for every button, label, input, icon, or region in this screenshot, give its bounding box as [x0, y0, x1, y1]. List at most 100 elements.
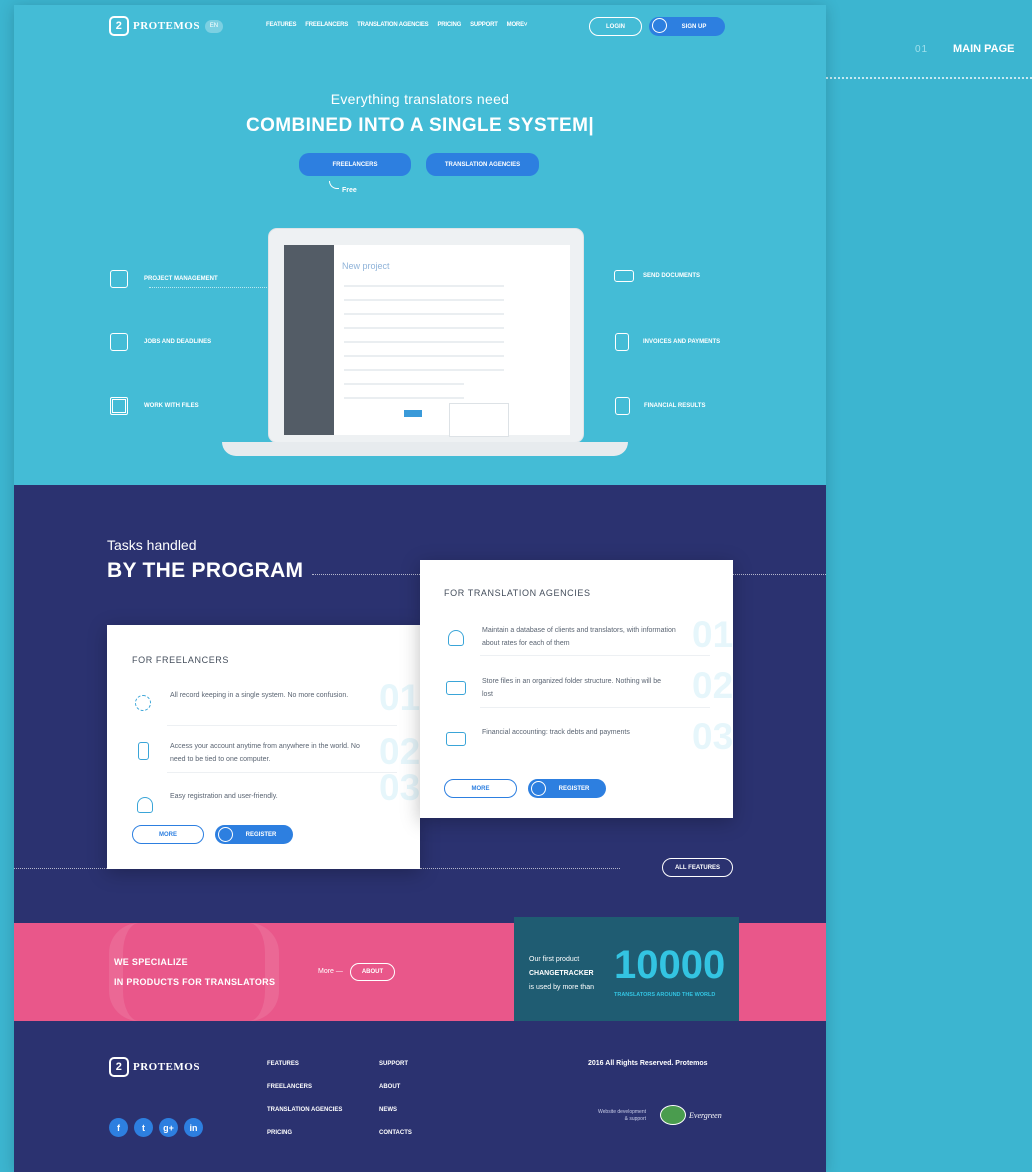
stat-product-name: CHANGETRACKER	[529, 970, 594, 977]
footer-link-translation-agencies[interactable]: TRANSLATION AGENCIES	[267, 1099, 342, 1122]
feature-send-documents: SEND DOCUMENTS	[614, 270, 700, 282]
feature-label: PROJECT MANAGEMENT	[144, 276, 218, 282]
signup-button[interactable]: SIGN UP	[649, 17, 725, 36]
feature-label: JOBS AND DEADLINES	[144, 339, 212, 345]
footer-link-contacts[interactable]: CONTACTS	[379, 1122, 412, 1145]
card-heading: FOR TRANSLATION AGENCIES	[444, 588, 591, 598]
page-preview: 2 PROTEMOS EN FEATURES FREELANCERS TRANS…	[14, 5, 826, 1172]
document-icon	[615, 333, 629, 351]
stat-caption: TRANSLATORS AROUND THE WORLD	[614, 992, 716, 998]
footer-link-freelancers[interactable]: FREELANCERS	[267, 1076, 342, 1099]
section-divider	[826, 77, 1032, 79]
feature-label: WORK WITH FILES	[144, 403, 199, 409]
feature-label: SEND DOCUMENTS	[643, 273, 701, 279]
item-number: 03	[379, 767, 421, 808]
footer	[14, 1021, 826, 1172]
translation-agencies-button[interactable]: TRANSLATION AGENCIES	[426, 153, 539, 176]
evergreen-brand[interactable]: Evergreen	[689, 1111, 722, 1120]
signup-label: SIGN UP	[681, 23, 707, 30]
presentation-icon	[615, 397, 630, 415]
footer-link-about[interactable]: ABOUT	[379, 1076, 412, 1099]
nav-freelancers[interactable]: FREELANCERS	[305, 22, 348, 28]
app-title: New project	[342, 261, 390, 271]
google-plus-icon[interactable]: g+	[159, 1118, 178, 1137]
social-links: f t g+ in	[109, 1118, 203, 1137]
hero-title: COMBINED INTO A SINGLE SYSTEM|	[245, 115, 595, 136]
feature-label: FINANCIAL RESULTS	[644, 403, 706, 409]
register-button[interactable]: REGISTER	[215, 825, 293, 844]
nav-features[interactable]: FEATURES	[266, 22, 296, 28]
item-text: Store files in an organized folder struc…	[482, 678, 661, 698]
stat-line1: Our first product	[529, 956, 580, 963]
card-heading: FOR FREELANCERS	[132, 655, 230, 665]
user-outline-icon	[448, 630, 464, 646]
feature-label: INVOICES AND PAYMENTS	[643, 339, 721, 345]
app-calendar	[449, 403, 509, 437]
item-text: All record keeping in a single system. N…	[170, 692, 349, 699]
more-label: More —	[318, 968, 343, 975]
footer-link-news[interactable]: NEWS	[379, 1099, 412, 1122]
more-button[interactable]: MORE	[132, 825, 204, 844]
app-save-button	[404, 410, 422, 417]
login-button[interactable]: LOGIN	[589, 17, 642, 36]
specialize-text: WE SPECIALIZE IN PRODUCTS FOR TRANSLATOR…	[114, 952, 275, 992]
item-text: Access your account anytime from anywher…	[170, 743, 360, 763]
footer-link-features[interactable]: FEATURES	[267, 1053, 342, 1076]
facebook-icon[interactable]: f	[109, 1118, 128, 1137]
clipboard-icon	[110, 270, 128, 288]
about-button[interactable]: ABOUT	[350, 963, 395, 981]
monitor-icon	[110, 333, 128, 351]
feature-work-with-files: WORK WITH FILES	[110, 397, 199, 415]
app-screenshot: New project	[284, 245, 570, 437]
more-button[interactable]: MORE	[444, 779, 517, 798]
footer-logo[interactable]: 2 PROTEMOS	[109, 1057, 200, 1077]
evergreen-logo-icon	[660, 1105, 686, 1125]
user-icon	[652, 18, 667, 33]
bottom-divider-mid	[420, 868, 620, 869]
freelancers-button[interactable]: FREELANCERS	[299, 153, 411, 176]
feature-financial-results: FINANCIAL RESULTS	[615, 397, 705, 415]
nav-more[interactable]: MORE˅	[507, 22, 528, 28]
logo[interactable]: 2 PROTEMOS	[109, 16, 200, 36]
section-title: MAIN PAGE	[953, 43, 1015, 55]
dev-line1: Website development	[598, 1109, 646, 1115]
tasks-subtitle: Tasks handled	[107, 537, 197, 553]
item-text: Maintain a database of clients and trans…	[482, 627, 676, 647]
feature-project-management: PROJECT MANAGEMENT	[110, 270, 218, 288]
bottom-divider-left	[14, 868, 107, 869]
footer-link-support[interactable]: SUPPORT	[379, 1053, 412, 1076]
dev-line2: & support	[624, 1116, 646, 1122]
stat-description: Our first product CHANGETRACKER is used …	[529, 953, 594, 995]
linkedin-icon[interactable]: in	[184, 1118, 203, 1137]
laptop-base	[222, 442, 628, 456]
nav-translation-agencies[interactable]: TRANSLATION AGENCIES	[357, 22, 429, 28]
tasks-divider-right	[732, 574, 826, 575]
section-number: 01	[915, 44, 929, 55]
footer-col-2: SUPPORT ABOUT NEWS CONTACTS	[379, 1053, 412, 1145]
envelope-icon	[614, 270, 634, 282]
logo-icon: 2	[109, 16, 129, 36]
nav-support[interactable]: SUPPORT	[470, 22, 498, 28]
logo-icon: 2	[109, 1057, 129, 1077]
footer-link-pricing[interactable]: PRICING	[267, 1122, 342, 1145]
item-number: 02	[692, 665, 734, 706]
arrow-icon	[329, 181, 339, 189]
all-features-button[interactable]: ALL FEATURES	[662, 858, 733, 877]
inbox-icon	[446, 681, 466, 695]
free-note: Free	[342, 187, 357, 194]
server-icon	[110, 397, 128, 415]
footer-col-1: FEATURES FREELANCERS TRANSLATION AGENCIE…	[267, 1053, 342, 1145]
nav-pricing[interactable]: PRICING	[437, 22, 461, 28]
language-badge[interactable]: EN	[204, 19, 223, 33]
tasks-divider	[312, 574, 420, 575]
twitter-icon[interactable]: t	[134, 1118, 153, 1137]
stat-box: Our first product CHANGETRACKER is used …	[514, 917, 739, 1023]
stat-line3: is used by more than	[529, 984, 594, 991]
register-button[interactable]: REGISTER	[528, 779, 606, 798]
logo-text: PROTEMOS	[133, 1061, 200, 1073]
specialize-line2: IN PRODUCTS FOR TRANSLATORS	[114, 977, 276, 987]
freelancers-card: FOR FREELANCERS 01 All record keeping in…	[107, 625, 420, 869]
app-sidebar	[284, 245, 334, 435]
copyright: 2016 All Rights Reserved. Protemos	[588, 1060, 708, 1067]
header-brand[interactable]: 2 PROTEMOS EN	[109, 16, 223, 36]
